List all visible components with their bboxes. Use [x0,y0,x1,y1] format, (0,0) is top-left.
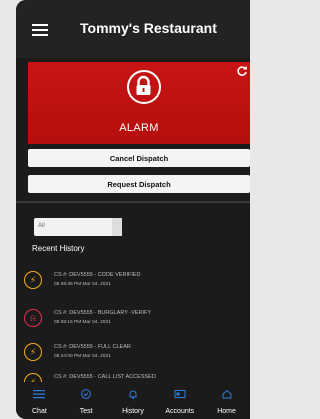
tab-accounts[interactable]: Accounts [156,383,203,419]
bolt-icon: ⚡ [24,373,42,382]
bottom-tab-bar: Chat Test History Accounts Home [16,383,250,419]
check-circle-icon [81,389,92,399]
card-icon [174,390,186,398]
cancel-dispatch-button[interactable]: Cancel Dispatch [28,149,250,167]
history-item[interactable]: ⚡ CS #: DEV5555 - CALL LIST ACCESSED [24,372,244,382]
history-item[interactable]: ⚡ CS #: DEV5555 - FULL CLEAR 05:34:00 PM… [24,342,244,368]
tab-label: Test [79,408,93,415]
tab-label: History [122,408,144,415]
history-item[interactable]: ⚡ CS #: DEV5555 - CODE VERIFIED 05:38:36… [24,270,244,296]
alarm-status-panel: ALARM [28,62,250,144]
header-bar: Tommy's Restaurant [16,0,250,58]
bolt-icon: ⚡ [24,271,42,289]
tab-test[interactable]: Test [63,383,110,419]
dropdown-caret [112,218,122,236]
divider [16,201,250,203]
alarm-label: ALARM [119,122,159,134]
bolt-icon: ⚡ [24,343,42,361]
lock-icon [136,75,151,95]
history-item-time: 05:34:00 PM Mar 04, 2021 [54,354,111,359]
tab-home[interactable]: Home [203,383,250,419]
list-icon [33,390,46,399]
tab-label: Home [217,408,236,415]
history-item-time: 05:38:36 PM Mar 04, 2021 [54,282,111,287]
history-item-time: 05:38:16 PM Mar 04, 2021 [54,320,111,325]
history-item[interactable]: ⍾ CS #: DEV5555 - BURGLARY -VERIFY 05:38… [24,308,244,334]
home-icon [222,389,232,399]
history-item-title: CS #: DEV5555 - CALL LIST ACCESSED [54,374,156,380]
history-item-title: CS #: DEV5555 - CODE VERIFIED [54,272,141,278]
history-item-title: CS #: DEV5555 - BURGLARY -VERIFY [54,310,151,316]
tab-chat[interactable]: Chat [16,383,63,419]
history-item-title: CS #: DEV5555 - FULL CLEAR [54,344,131,350]
request-dispatch-button[interactable]: Request Dispatch [28,175,250,193]
history-filter-select[interactable]: All [34,218,122,236]
tab-label: Accounts [165,408,195,415]
tab-label: Chat [32,408,47,415]
lock-icon-circle [127,70,161,104]
bell-icon [129,390,137,399]
filter-selected-value: All [38,223,45,229]
refresh-icon[interactable] [236,65,248,77]
app-screen: Tommy's Restaurant ALARM Cancel Dispatch… [16,0,250,419]
bell-icon: ⍾ [24,309,42,327]
page-title: Tommy's Restaurant [80,20,217,36]
tab-history[interactable]: History [110,383,157,419]
menu-icon[interactable] [32,24,48,36]
section-title: Recent History [32,244,85,253]
